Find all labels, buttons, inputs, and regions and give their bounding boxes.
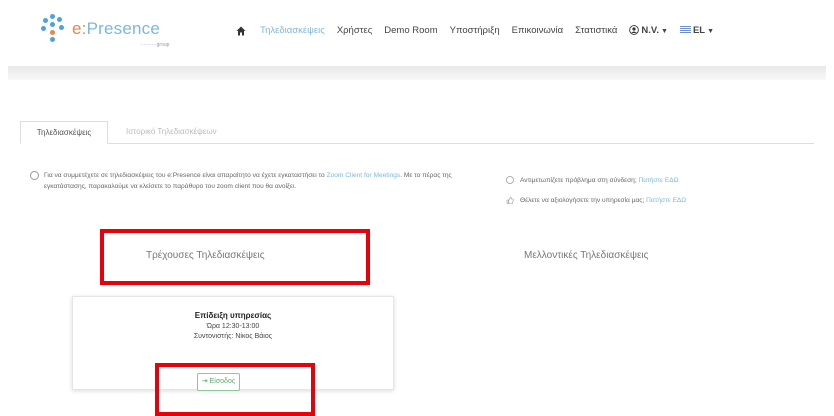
language-menu[interactable]: EL ▼	[679, 25, 715, 36]
nav-item-statistics[interactable]: Στατιστικά	[575, 25, 617, 36]
top-navbar: e:Presence ··········group Τηλεδιασκέψει…	[0, 0, 834, 66]
rate-text: Θέλετε να αξιολογήσετε την υπηρεσία μας;	[520, 197, 645, 204]
rate-info: Θέλετε να αξιολογήσετε την υπηρεσία μας;…	[506, 196, 686, 204]
upcoming-meetings-title: Μελλοντικές Τηλεδιασκέψεις	[524, 250, 649, 261]
meeting-coordinator: Συντονιστής: Νίκος Βάιος	[193, 333, 273, 340]
greek-flag-icon	[679, 26, 691, 34]
chevron-down-icon: ▼	[707, 28, 715, 35]
highlight-join-button	[155, 363, 315, 416]
nav-item-users[interactable]: Χρήστες	[337, 25, 372, 36]
main-nav: Τηλεδιασκέψεις Χρήστες Demo Room Υποστήρ…	[236, 25, 726, 36]
highlight-current-meetings	[100, 229, 370, 285]
nav-item-contact[interactable]: Επικοινωνία	[512, 25, 564, 36]
logo-text: Presence	[86, 19, 160, 38]
rate-link[interactable]: Πατήστε ΕΔΩ	[646, 197, 686, 204]
user-icon	[629, 25, 640, 35]
user-menu[interactable]: N.V. ▼	[629, 25, 668, 36]
info-text-1: Για να συμμετέχετε σε τηλεδιασκέψεις του…	[44, 172, 327, 179]
logo-subtitle: ··········group	[140, 42, 170, 48]
header-shadow	[8, 66, 826, 80]
nav-item-demo-room[interactable]: Demo Room	[384, 25, 437, 36]
problem-text: Αντιμετωπίζετε πρόβλημα στη σύνδεση;	[520, 177, 637, 184]
tab-bar: Τηλεδιασκέψεις Ιστορικό Τηλεδιασκέψεων	[20, 121, 814, 144]
warning-icon	[506, 176, 514, 184]
nav-item-support[interactable]: Υποστήριξη	[450, 25, 500, 36]
nav-item-teleconferences[interactable]: Τηλεδιασκέψεις	[260, 25, 325, 36]
problem-info: Αντιμετωπίζετε πρόβλημα στη σύνδεση; Πατ…	[506, 176, 679, 184]
tab-teleconferences[interactable]: Τηλεδιασκέψεις	[20, 121, 108, 144]
zoom-client-info: Για να συμμετέχετε σε τηλεδιασκέψεις του…	[44, 170, 484, 192]
thumbs-up-icon	[506, 196, 514, 204]
logo-dots-icon	[40, 14, 66, 44]
info-icon	[30, 171, 39, 180]
meeting-title: Επίδειξη υπηρεσίας	[194, 311, 272, 320]
chevron-down-icon: ▼	[661, 28, 668, 35]
home-icon[interactable]	[236, 26, 246, 36]
language-label: EL	[692, 25, 706, 36]
meeting-time: Ώρα 12:30-13:00	[206, 323, 260, 330]
problem-link[interactable]: Πατήστε ΕΔΩ	[639, 177, 679, 184]
zoom-client-link[interactable]: Zoom Client for Meetings	[327, 172, 401, 179]
logo-prefix: e:	[72, 19, 87, 38]
tab-teleconference-history[interactable]: Ιστορικό Τηλεδιασκέψεων	[116, 121, 227, 142]
user-label: N.V.	[641, 25, 660, 36]
